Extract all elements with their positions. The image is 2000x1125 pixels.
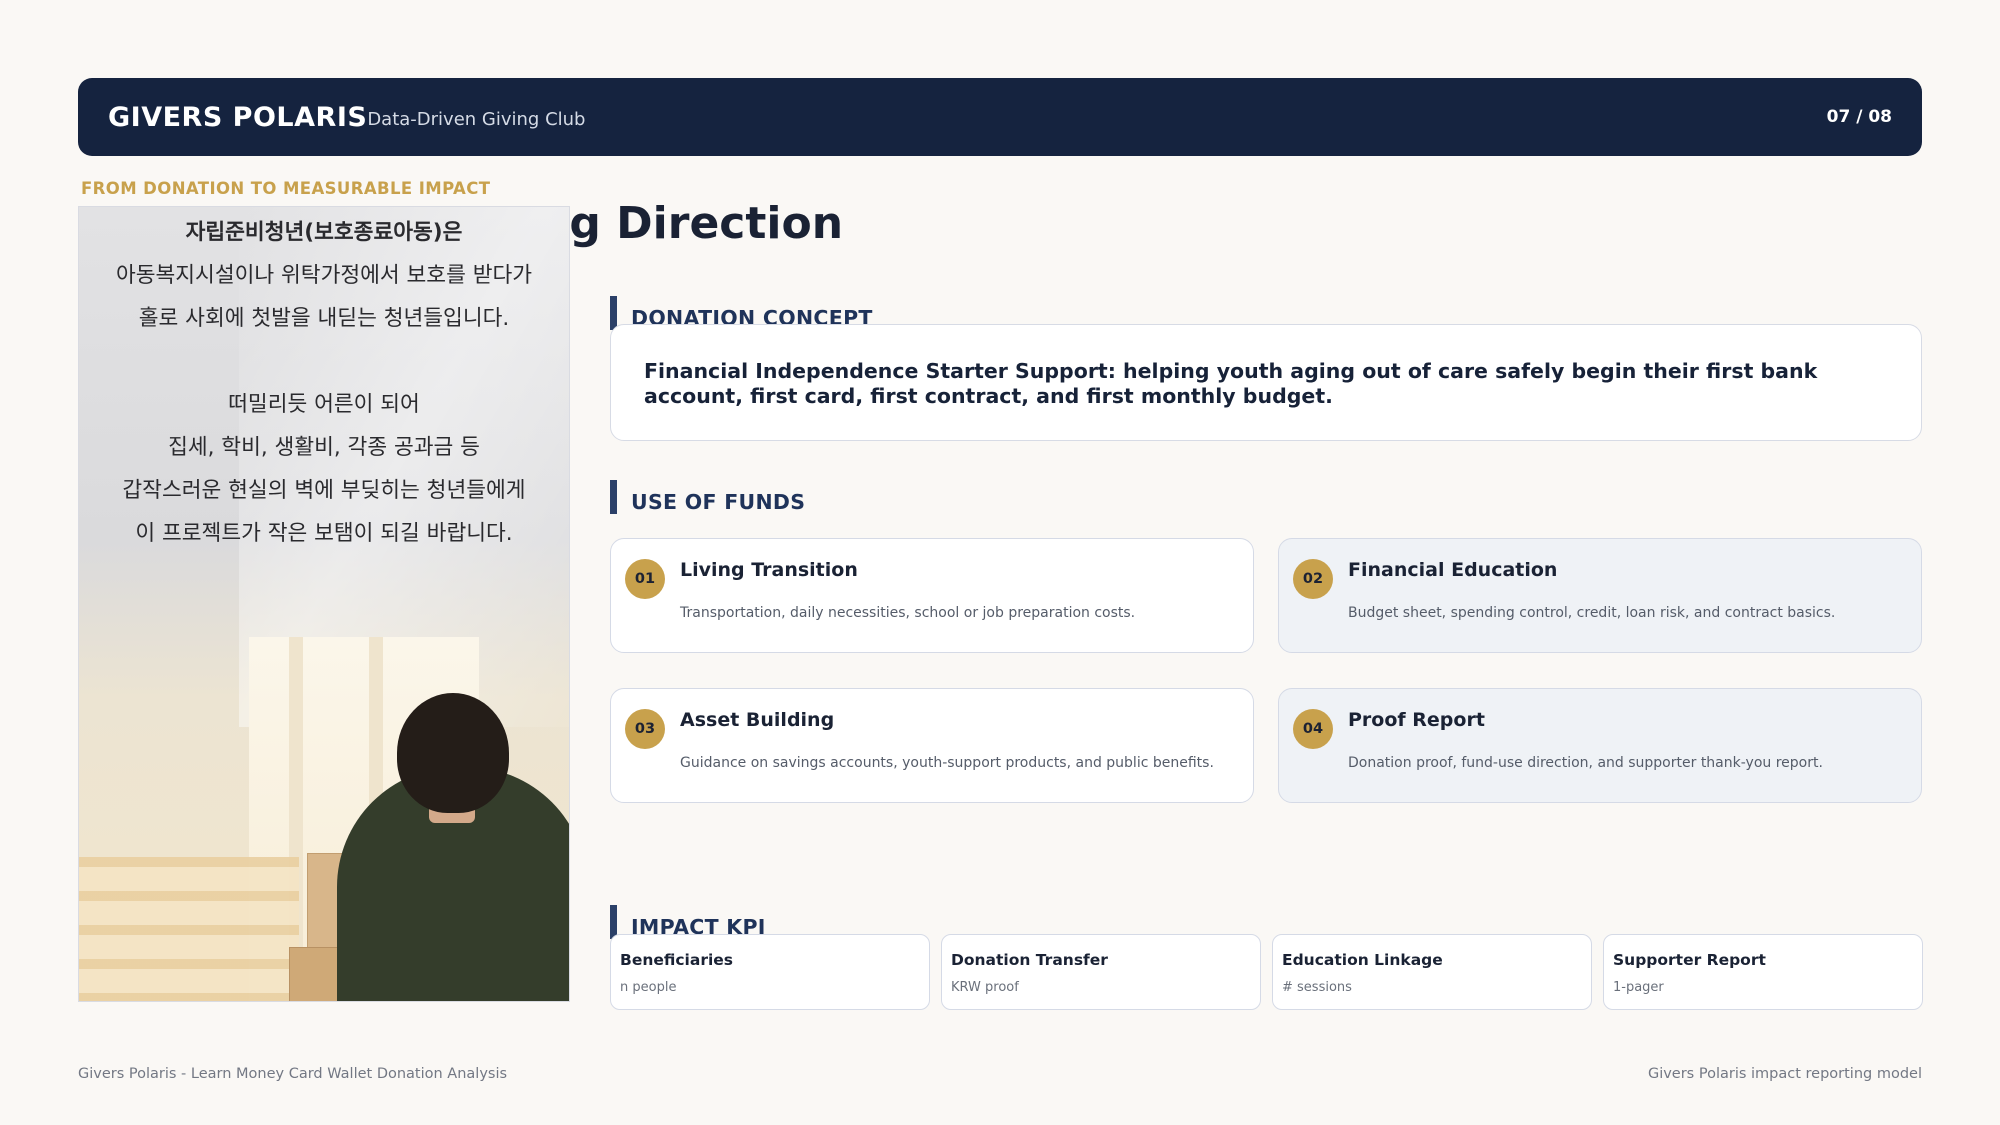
kpi-card-beneficiaries: Beneficiaries n people: [610, 934, 930, 1010]
fund-number-badge: 01: [625, 559, 665, 599]
kpi-title: Education Linkage: [1282, 951, 1443, 969]
kpi-card-donation-transfer: Donation Transfer KRW proof: [941, 934, 1261, 1010]
footer-right: Givers Polaris impact reporting model: [1647, 1066, 1922, 1082]
kpi-card-education-linkage: Education Linkage # sessions: [1272, 934, 1592, 1010]
kpi-value: 1-pager: [1613, 980, 1664, 995]
header-bar: GIVERS POLARIS Data-Driven Giving Club 0…: [78, 78, 1922, 156]
fund-number-badge: 04: [1293, 709, 1333, 749]
brand-name: GIVERS POLARIS: [108, 101, 368, 133]
fund-title: Proof Report: [1348, 709, 1485, 731]
caption-line: 집세, 학비, 생활비, 각종 공과금 등: [168, 435, 480, 460]
concept-card: Financial Independence Starter Support: …: [610, 324, 1922, 441]
fund-number-badge: 02: [1293, 559, 1333, 599]
fund-title: Living Transition: [680, 559, 858, 581]
caption-line: 떠밀리듯 어른이 되어: [228, 392, 420, 417]
photo-panel: 자립준비청년(보호종료아동)은 아동복지시설이나 위탁가정에서 보호를 받다가 …: [78, 206, 570, 1002]
page-indicator: 07 / 08: [1826, 107, 1892, 127]
caption-line: 아동복지시설이나 위탁가정에서 보호를 받다가: [115, 263, 533, 288]
photo-caption: 자립준비청년(보호종료아동)은 아동복지시설이나 위탁가정에서 보호를 받다가 …: [79, 207, 569, 555]
fund-title: Financial Education: [1348, 559, 1558, 581]
caption-line: 갑작스러운 현실의 벽에 부딪히는 청년들에게: [122, 478, 526, 503]
kpi-value: KRW proof: [951, 980, 1019, 995]
caption-line: 이 프로젝트가 작은 보탬이 되길 바랍니다.: [135, 521, 513, 546]
fund-description: Guidance on savings accounts, youth-supp…: [680, 755, 1214, 771]
caption-line: 자립준비청년(보호종료아동)은: [185, 220, 463, 245]
kpi-title: Supporter Report: [1613, 951, 1766, 969]
fund-card-living-transition: 01 Living Transition Transportation, dai…: [610, 538, 1254, 653]
fund-description: Donation proof, fund-use direction, and …: [1348, 755, 1823, 771]
kpi-title: Donation Transfer: [951, 951, 1108, 969]
section-heading-funds: USE OF FUNDS: [610, 480, 805, 514]
fund-card-financial-education: 02 Financial Education Budget sheet, spe…: [1278, 538, 1922, 653]
kpi-value: # sessions: [1282, 980, 1352, 995]
caption-line: 홀로 사회에 첫발을 내딛는 청년들입니다.: [138, 306, 510, 331]
page-title: ng Direction: [538, 198, 844, 249]
kpi-title: Beneficiaries: [620, 951, 734, 969]
fund-description: Budget sheet, spending control, credit, …: [1348, 605, 1836, 621]
shelf-image: [79, 857, 299, 1001]
fund-description: Transportation, daily necessities, schoo…: [680, 605, 1136, 621]
fund-card-asset-building: 03 Asset Building Guidance on savings ac…: [610, 688, 1254, 803]
kpi-value: n people: [620, 980, 677, 995]
kicker: FROM DONATION TO MEASURABLE IMPACT: [81, 179, 491, 198]
fund-title: Asset Building: [680, 709, 835, 731]
fund-number-badge: 03: [625, 709, 665, 749]
brand-subtitle: Data-Driven Giving Club: [367, 108, 586, 130]
person-head-image: [397, 693, 509, 813]
fund-card-proof-report: 04 Proof Report Donation proof, fund-use…: [1278, 688, 1922, 803]
caption-line: [79, 340, 569, 383]
kpi-card-supporter-report: Supporter Report 1-pager: [1603, 934, 1923, 1010]
footer-left: Givers Polaris - Learn Money Card Wallet…: [78, 1066, 508, 1082]
